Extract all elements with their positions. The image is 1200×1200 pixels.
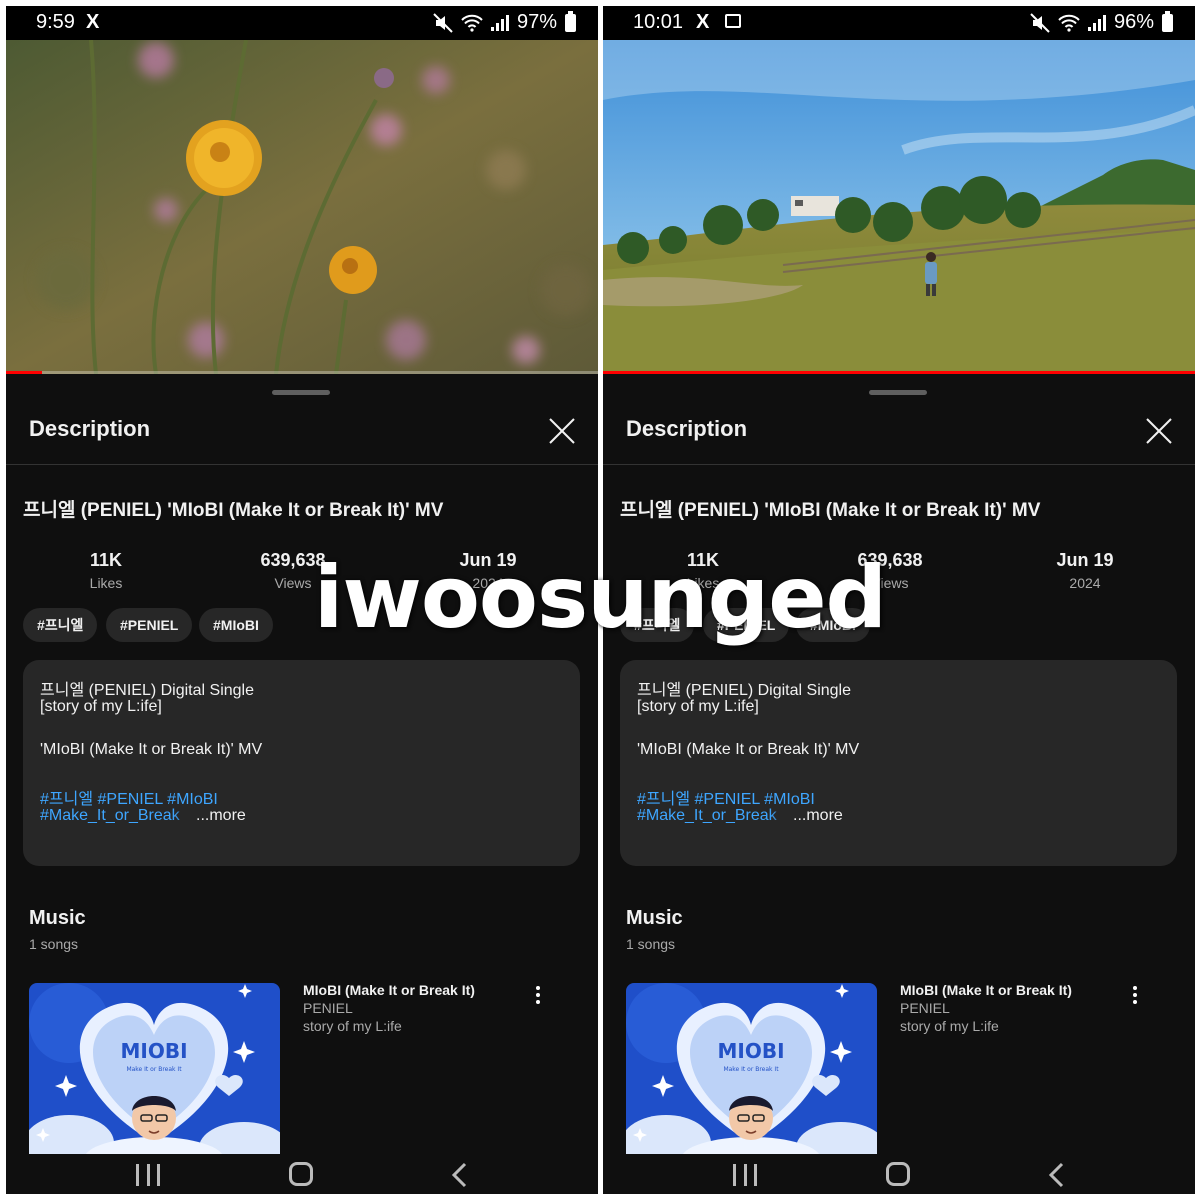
likes-stat: 11K Likes bbox=[686, 550, 720, 591]
status-indicators: 97% bbox=[433, 10, 576, 34]
signal-icon bbox=[1087, 14, 1106, 31]
likes-stat: 11K Likes bbox=[89, 550, 123, 591]
status-indicators: 96% bbox=[1030, 10, 1173, 34]
description-line: 프니엘 (PENIEL) Digital Single bbox=[40, 682, 255, 699]
hashtag-link[interactable]: #Make_It_or_Break bbox=[637, 807, 777, 825]
description-line: 'MIoBI (Make It or Break It)' MV bbox=[40, 741, 263, 758]
phone-screen-right: 10:01 X 96% Description 프니엘 (PENIEL) 'MI… bbox=[603, 6, 1195, 1194]
gallery-icon bbox=[725, 14, 741, 28]
video-frame-flowers bbox=[6, 40, 598, 374]
video-player[interactable] bbox=[6, 40, 598, 374]
description-box[interactable]: 프니엘 (PENIEL) Digital Single [story of my… bbox=[23, 660, 580, 866]
tag-chip[interactable]: #프니엘 bbox=[620, 608, 695, 642]
drag-handle[interactable] bbox=[869, 390, 927, 395]
sheet-title: Description bbox=[29, 416, 151, 441]
svg-text:MIOBI: MIOBI bbox=[120, 1039, 187, 1063]
yellow-flower bbox=[186, 120, 262, 196]
yellow-flower-small bbox=[329, 246, 377, 294]
wifi-icon bbox=[1058, 14, 1080, 32]
video-title: 프니엘 (PENIEL) 'MIoBI (Make It or Break It… bbox=[620, 500, 1041, 521]
home-icon[interactable] bbox=[289, 1162, 313, 1186]
views-stat: 639,638 Views bbox=[857, 550, 923, 591]
svg-text:Make It or Break It: Make It or Break It bbox=[126, 1066, 182, 1073]
song-album: story of my L:ife bbox=[303, 1018, 402, 1034]
wifi-icon bbox=[461, 14, 483, 32]
song-artist: PENIEL bbox=[900, 1000, 950, 1016]
album-art[interactable]: MIOBI Make It or Break It bbox=[626, 983, 877, 1159]
mute-icon bbox=[1030, 12, 1050, 33]
more-options-icon[interactable] bbox=[1131, 986, 1139, 1008]
status-bar: 10:01 X 96% bbox=[603, 6, 1195, 40]
recents-icon[interactable] bbox=[733, 1164, 757, 1186]
close-icon[interactable] bbox=[547, 416, 577, 446]
video-player[interactable] bbox=[603, 40, 1195, 374]
tag-chip[interactable]: #MIoBI bbox=[796, 608, 870, 642]
tag-chip[interactable]: #PENIEL bbox=[703, 608, 790, 642]
battery-icon bbox=[1162, 10, 1173, 32]
back-icon[interactable] bbox=[447, 1160, 473, 1190]
album-art-image: MIOBI Make It or Break It bbox=[29, 983, 280, 1159]
sheet-title: Description bbox=[626, 416, 748, 441]
recents-icon[interactable] bbox=[136, 1164, 160, 1186]
video-frame-landscape bbox=[603, 40, 1195, 374]
description-sheet: Description 프니엘 (PENIEL) 'MIoBI (Make It… bbox=[6, 374, 598, 1194]
divider bbox=[603, 464, 1195, 465]
description-sheet: Description 프니엘 (PENIEL) 'MIoBI (Make It… bbox=[603, 374, 1195, 1194]
status-time: 9:59 bbox=[36, 11, 75, 33]
hashtag-link[interactable]: #Make_It_or_Break bbox=[40, 807, 180, 825]
home-icon[interactable] bbox=[886, 1162, 910, 1186]
tag-chip[interactable]: #MIoBI bbox=[199, 608, 273, 642]
views-stat: 639,638 Views bbox=[260, 550, 326, 591]
x-app-icon: X bbox=[696, 11, 710, 33]
music-song-count: 1 songs bbox=[29, 936, 79, 952]
phone-screen-left: 9:59 X 97% Description 프니엘 (PENIEL) 'MIo… bbox=[6, 6, 598, 1194]
drag-handle[interactable] bbox=[272, 390, 330, 395]
android-nav-bar bbox=[603, 1154, 1195, 1194]
mute-icon bbox=[433, 12, 453, 33]
album-art[interactable]: MIOBI Make It or Break It bbox=[29, 983, 280, 1159]
song-title[interactable]: MIoBI (Make It or Break It) bbox=[900, 982, 1072, 998]
description-line: 프니엘 (PENIEL) Digital Single bbox=[637, 682, 852, 699]
description-line: [story of my L:ife] bbox=[637, 698, 759, 715]
battery-percent: 97% bbox=[516, 11, 557, 33]
date-stat: Jun 19 2024 bbox=[459, 550, 517, 591]
music-section-title: Music bbox=[626, 907, 683, 929]
tag-chip[interactable]: #PENIEL bbox=[106, 608, 193, 642]
x-app-icon: X bbox=[86, 11, 100, 33]
battery-percent: 96% bbox=[1113, 11, 1154, 33]
description-line: 'MIoBI (Make It or Break It)' MV bbox=[637, 741, 860, 758]
album-art-image: MIOBI Make It or Break It bbox=[626, 983, 877, 1159]
song-title[interactable]: MIoBI (Make It or Break It) bbox=[303, 982, 475, 998]
svg-text:Make It or Break It: Make It or Break It bbox=[723, 1066, 779, 1073]
tag-chip[interactable]: #프니엘 bbox=[23, 608, 98, 642]
music-section-title: Music bbox=[29, 907, 86, 929]
more-options-icon[interactable] bbox=[534, 986, 542, 1008]
signal-icon bbox=[490, 14, 509, 31]
more-link[interactable]: ...more bbox=[793, 807, 843, 825]
back-icon[interactable] bbox=[1044, 1160, 1070, 1190]
music-song-count: 1 songs bbox=[626, 936, 676, 952]
song-album: story of my L:ife bbox=[900, 1018, 999, 1034]
android-nav-bar bbox=[6, 1154, 598, 1194]
more-link[interactable]: ...more bbox=[196, 807, 246, 825]
close-icon[interactable] bbox=[1144, 416, 1174, 446]
video-title: 프니엘 (PENIEL) 'MIoBI (Make It or Break It… bbox=[23, 500, 444, 521]
status-time: 10:01 bbox=[633, 11, 684, 33]
description-box[interactable]: 프니엘 (PENIEL) Digital Single [story of my… bbox=[620, 660, 1177, 866]
date-stat: Jun 19 2024 bbox=[1056, 550, 1114, 591]
status-bar: 9:59 X 97% bbox=[6, 6, 598, 40]
battery-icon bbox=[565, 10, 576, 32]
song-artist: PENIEL bbox=[303, 1000, 353, 1016]
description-line: [story of my L:ife] bbox=[40, 698, 162, 715]
svg-text:MIOBI: MIOBI bbox=[717, 1039, 784, 1063]
divider bbox=[6, 464, 598, 465]
